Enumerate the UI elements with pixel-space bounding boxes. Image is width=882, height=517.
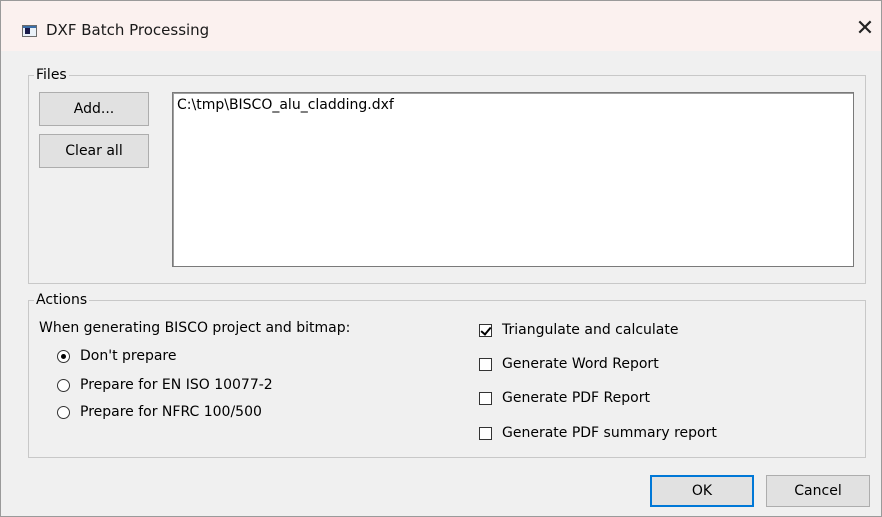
actions-group: Actions xyxy=(28,292,866,458)
check-pdf-summary[interactable] xyxy=(479,427,492,440)
clear-all-button[interactable]: Clear all xyxy=(39,134,149,168)
cancel-button[interactable]: Cancel xyxy=(766,475,870,507)
ok-button[interactable]: OK xyxy=(650,475,754,507)
actions-legend: Actions xyxy=(36,292,88,308)
window-title: DXF Batch Processing xyxy=(46,21,210,39)
check-pdf-report[interactable] xyxy=(479,392,492,405)
radio-nfrc[interactable] xyxy=(57,406,70,419)
check-word-report-label[interactable]: Generate Word Report xyxy=(502,356,659,372)
radio-en-iso[interactable] xyxy=(57,379,70,392)
close-icon[interactable]: ✕ xyxy=(853,17,877,41)
app-icon xyxy=(22,25,37,37)
check-pdf-report-label[interactable]: Generate PDF Report xyxy=(502,390,650,406)
radio-en-iso-label[interactable]: Prepare for EN ISO 10077-2 xyxy=(80,377,273,393)
check-triangulate-label[interactable]: Triangulate and calculate xyxy=(502,322,678,338)
file-list-item[interactable]: C:\tmp\BISCO_alu_cladding.dxf xyxy=(177,97,394,113)
add-button[interactable]: Add... xyxy=(39,92,149,126)
check-triangulate[interactable] xyxy=(479,324,492,337)
dialog-window: DXF Batch Processing ✕ Files Add... Clea… xyxy=(0,0,882,517)
title-bar: DXF Batch Processing ✕ xyxy=(1,1,881,51)
check-word-report[interactable] xyxy=(479,358,492,371)
radio-dont-prepare[interactable] xyxy=(57,350,70,363)
file-list[interactable]: C:\tmp\BISCO_alu_cladding.dxf xyxy=(172,92,854,267)
files-legend: Files xyxy=(36,67,67,83)
check-pdf-summary-label[interactable]: Generate PDF summary report xyxy=(502,425,717,441)
bitmap-prompt: When generating BISCO project and bitmap… xyxy=(39,320,351,336)
radio-dont-prepare-label[interactable]: Don't prepare xyxy=(80,348,176,364)
radio-nfrc-label[interactable]: Prepare for NFRC 100/500 xyxy=(80,404,262,420)
